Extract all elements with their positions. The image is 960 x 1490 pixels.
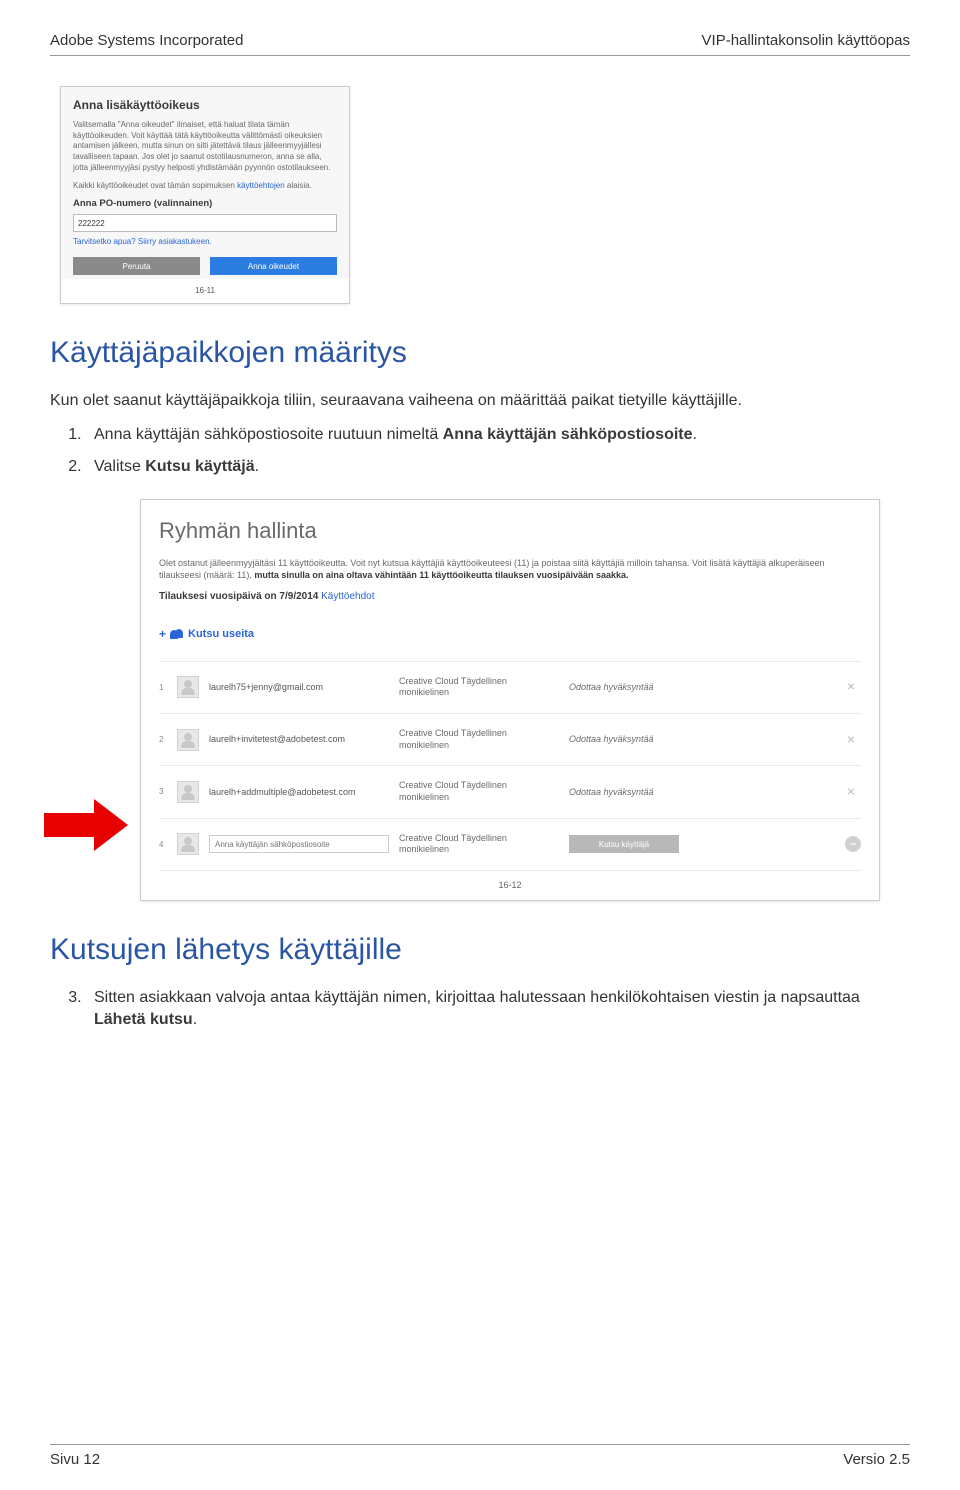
terms-text-pre: Kaikki käyttöoikeudet ovat tämän sopimuk… <box>73 181 237 190</box>
user-row: 2 laurelh+invitetest@adobetest.com Creat… <box>159 713 861 765</box>
step-bold: Kutsu käyttäjä <box>145 458 254 475</box>
user-row: 3 laurelh+addmultiple@adobetest.com Crea… <box>159 765 861 817</box>
intro-bold: mutta sinulla on aina oltava vähintään 1… <box>254 570 628 580</box>
document-footer: Sivu 12 Versio 2.5 <box>50 1444 910 1470</box>
row-number: 3 <box>159 786 177 797</box>
remove-row-icon[interactable]: – <box>845 836 861 852</box>
steps-list: Anna käyttäjän sähköpostiosoite ruutuun … <box>86 424 910 479</box>
user-row: 1 laurelh75+jenny@gmail.com Creative Clo… <box>159 661 861 713</box>
step-text: Anna käyttäjän sähköpostiosoite ruutuun … <box>94 426 443 443</box>
avatar-icon <box>177 833 199 855</box>
status-text: Odottaa hyväksyntää <box>569 733 719 746</box>
terms-link[interactable]: käyttöehtojen <box>237 181 285 190</box>
step-text: . <box>193 1011 197 1028</box>
invite-multiple-link[interactable]: + Kutsu useita <box>159 626 254 643</box>
user-email: laurelh+invitetest@adobetest.com <box>209 733 399 746</box>
dialog-title: Anna lisäkäyttöoikeus <box>73 97 337 114</box>
footer-page: Sivu 12 <box>50 1449 100 1470</box>
user-email: laurelh+addmultiple@adobetest.com <box>209 786 399 799</box>
dialog-terms: Kaikki käyttöoikeudet ovat tämän sopimuk… <box>73 180 337 191</box>
terms-link[interactable]: Käyttöehdot <box>321 591 374 602</box>
invite-user-button[interactable]: Kutsu käyttäjä <box>569 835 679 853</box>
anniversary-row: Tilauksesi vuosipäivä on 7/9/2014 Käyttö… <box>159 590 861 604</box>
figure-number: 16-11 <box>61 279 349 302</box>
footer-version: Versio 2.5 <box>843 1449 910 1470</box>
red-arrow-callout <box>44 799 136 851</box>
step-3: Sitten asiakkaan valvoja antaa käyttäjän… <box>86 987 910 1032</box>
section-heading-send-invites: Kutsujen lähetys käyttäjille <box>50 929 910 971</box>
panel-intro: Olet ostanut jälleenmyyjältäsi 11 käyttö… <box>159 557 861 582</box>
section-intro: Kun olet saanut käyttäjäpaikkoja tiliin,… <box>50 390 910 412</box>
step-bold: Anna käyttäjän sähköpostiosoite <box>443 426 693 443</box>
step-text: . <box>255 458 259 475</box>
invite-multiple-label: Kutsu useita <box>188 627 254 642</box>
grant-rights-button[interactable]: Anna oikeudet <box>210 257 337 275</box>
row-number: 2 <box>159 734 177 745</box>
step-text: . <box>693 426 697 443</box>
remove-user-icon[interactable]: × <box>841 730 861 750</box>
header-right: VIP-hallintakonsolin käyttöopas <box>702 30 910 51</box>
header-left: Adobe Systems Incorporated <box>50 30 243 51</box>
remove-user-icon[interactable]: × <box>841 782 861 802</box>
step-bold: Lähetä kutsu <box>94 1011 193 1028</box>
plus-icon: + <box>159 626 166 643</box>
cancel-button[interactable]: Peruuta <box>73 257 200 275</box>
step-text: Valitse <box>94 458 145 475</box>
po-number-input[interactable] <box>73 214 337 232</box>
user-row-input: 4 Creative Cloud Täydellinen monikieline… <box>159 818 861 871</box>
row-number: 4 <box>159 839 177 850</box>
product-name: Creative Cloud Täydellinen monikielinen <box>399 676 569 699</box>
document-header: Adobe Systems Incorporated VIP-hallintak… <box>50 30 910 56</box>
screenshot-team-management: Ryhmän hallinta Olet ostanut jälleenmyyj… <box>140 499 880 901</box>
status-text: Odottaa hyväksyntää <box>569 786 719 799</box>
user-email-input[interactable] <box>209 835 389 853</box>
avatar-icon <box>177 676 199 698</box>
step-1: Anna käyttäjän sähköpostiosoite ruutuun … <box>86 424 910 446</box>
avatar-icon <box>177 729 199 751</box>
product-name: Creative Cloud Täydellinen monikielinen <box>399 728 569 751</box>
dialog-description: Valitsemalla "Anna oikeudet" ilmaiset, e… <box>73 120 337 174</box>
po-number-label: Anna PO-numero (valinnainen) <box>73 197 337 210</box>
screenshot-grant-rights-dialog: Anna lisäkäyttöoikeus Valitsemalla "Anna… <box>60 86 350 304</box>
step-text: Sitten asiakkaan valvoja antaa käyttäjän… <box>94 989 860 1006</box>
product-name: Creative Cloud Täydellinen monikielinen <box>399 833 569 856</box>
product-name: Creative Cloud Täydellinen monikielinen <box>399 780 569 803</box>
terms-text-post: alaisia. <box>285 181 312 190</box>
anniversary-text: Tilauksesi vuosipäivä on 7/9/2014 <box>159 591 321 602</box>
user-email: laurelh75+jenny@gmail.com <box>209 681 399 694</box>
row-number: 1 <box>159 682 177 693</box>
help-link[interactable]: Tarvitsetko apua? Siirry asiakastukeen. <box>73 236 337 247</box>
status-text: Odottaa hyväksyntää <box>569 681 719 694</box>
avatar-icon <box>177 781 199 803</box>
remove-user-icon[interactable]: × <box>841 677 861 697</box>
section-heading-assign-seats: Käyttäjäpaikkojen määritys <box>50 332 910 374</box>
people-icon <box>170 629 184 639</box>
steps-list-2: Sitten asiakkaan valvoja antaa käyttäjän… <box>86 987 910 1032</box>
step-2: Valitse Kutsu käyttäjä. <box>86 456 910 478</box>
figure-number: 16-12 <box>141 871 879 900</box>
panel-title: Ryhmän hallinta <box>159 516 861 547</box>
